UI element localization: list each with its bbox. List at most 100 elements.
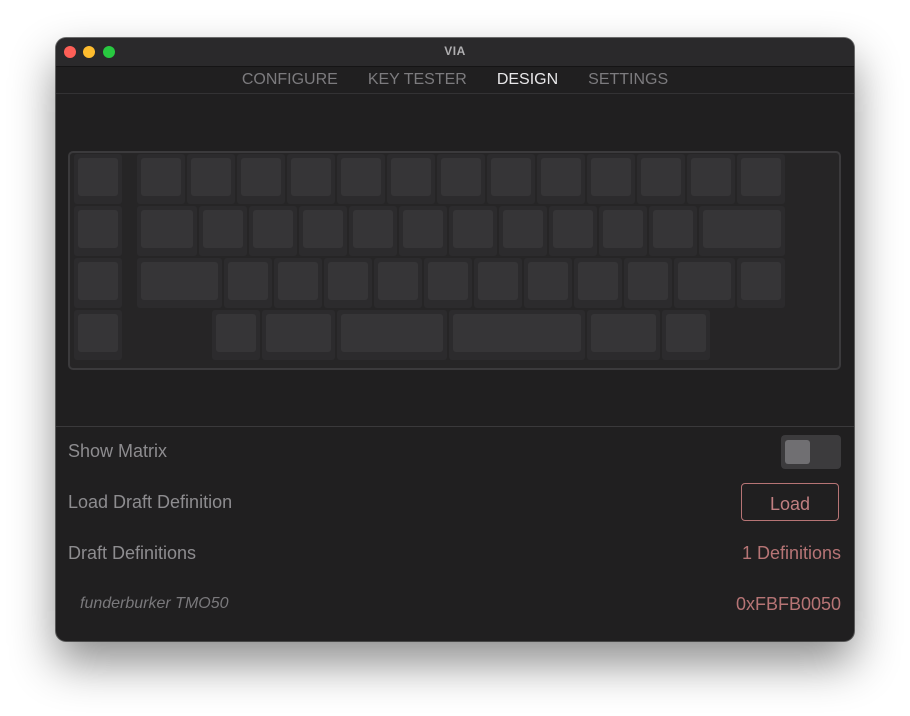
key-r1-k6 xyxy=(399,206,447,256)
key-cap xyxy=(290,158,331,196)
key-r2-k7 xyxy=(474,258,522,308)
key-cap xyxy=(653,210,693,248)
key-r1-k7 xyxy=(449,206,497,256)
key-r0-k13 xyxy=(736,154,785,204)
key-cap xyxy=(190,158,231,196)
key-r0-k1 xyxy=(136,154,185,204)
key-r1-k4 xyxy=(299,206,347,256)
key-cap xyxy=(340,158,381,196)
top-nav: CONFIGURE KEY TESTER DESIGN SETTINGS xyxy=(56,67,854,94)
key-r3-k1 xyxy=(211,310,260,360)
key-r0-k10 xyxy=(586,154,635,204)
key-r1-k9 xyxy=(549,206,597,256)
load-button[interactable]: Load xyxy=(741,483,839,521)
key-r2-k10 xyxy=(624,258,672,308)
key-r1-k12 xyxy=(699,206,785,256)
key-cap xyxy=(740,158,781,196)
key-cap xyxy=(228,262,268,300)
key-cap xyxy=(253,210,293,248)
key-cap xyxy=(265,314,331,352)
key-r1-k10 xyxy=(599,206,647,256)
toggle-knob xyxy=(785,440,810,464)
definition-id[interactable]: 0xFBFB0050 xyxy=(736,594,841,615)
key-r3-k2 xyxy=(261,310,335,360)
keyboard-layout-preview xyxy=(68,151,841,370)
key-r2-k1 xyxy=(136,258,222,308)
key-cap xyxy=(665,314,706,352)
key-r0-k11 xyxy=(636,154,685,204)
key-r2-k2 xyxy=(224,258,272,308)
key-cap xyxy=(278,262,318,300)
key-cap xyxy=(603,210,643,248)
key-cap xyxy=(303,210,343,248)
load-draft-definition-label: Load Draft Definition xyxy=(68,492,233,512)
key-cap xyxy=(215,314,256,352)
key-r3-k5 xyxy=(586,310,660,360)
key-cap xyxy=(490,158,531,196)
tab-settings[interactable]: SETTINGS xyxy=(588,67,668,93)
key-r0-k12 xyxy=(686,154,735,204)
key-cap xyxy=(78,314,118,352)
key-cap xyxy=(78,210,118,248)
tab-key-tester[interactable]: KEY TESTER xyxy=(368,67,467,93)
key-r1-k11 xyxy=(649,206,697,256)
key-cap xyxy=(428,262,468,300)
key-r2-k9 xyxy=(574,258,622,308)
key-r3-k3 xyxy=(336,310,447,360)
key-cap xyxy=(478,262,518,300)
key-r0-k4 xyxy=(286,154,335,204)
key-r2-k4 xyxy=(324,258,372,308)
key-r1-k1 xyxy=(136,206,197,256)
key-cap xyxy=(503,210,543,248)
app-window: VIA CONFIGURE KEY TESTER DESIGN SETTINGS… xyxy=(56,38,854,641)
key-cap xyxy=(140,158,181,196)
key-cap xyxy=(140,262,218,300)
key-r0-k3 xyxy=(236,154,285,204)
key-r0-k5 xyxy=(336,154,385,204)
key-r2-k12 xyxy=(736,258,785,308)
section-divider xyxy=(56,426,854,427)
key-cap xyxy=(553,210,593,248)
key-cap xyxy=(578,262,618,300)
key-cap xyxy=(528,262,568,300)
key-r2-k6 xyxy=(424,258,472,308)
key-r2-k3 xyxy=(274,258,322,308)
key-r2-k11 xyxy=(674,258,735,308)
window-title: VIA xyxy=(444,44,466,58)
key-r2-k8 xyxy=(524,258,572,308)
key-cap xyxy=(78,158,118,196)
key-cap xyxy=(203,210,243,248)
key-cap xyxy=(390,158,431,196)
definition-name: funderburker TMO50 xyxy=(80,595,229,612)
key-cap xyxy=(678,262,731,300)
key-cap xyxy=(540,158,581,196)
key-cap xyxy=(403,210,443,248)
key-cap xyxy=(440,158,481,196)
key-r2-k0 xyxy=(74,258,122,308)
key-r1-k3 xyxy=(249,206,297,256)
key-cap xyxy=(690,158,731,196)
key-r0-k8 xyxy=(486,154,535,204)
key-r2-k5 xyxy=(374,258,422,308)
key-r0-k9 xyxy=(536,154,585,204)
key-cap xyxy=(640,158,681,196)
key-r1-k0 xyxy=(74,206,122,256)
draft-definitions-label: Draft Definitions xyxy=(68,543,197,563)
tab-design[interactable]: DESIGN xyxy=(497,67,558,93)
show-matrix-label: Show Matrix xyxy=(68,441,168,461)
tab-configure[interactable]: CONFIGURE xyxy=(242,67,338,93)
key-cap xyxy=(453,314,581,352)
key-r3-k4 xyxy=(449,310,585,360)
key-r0-k6 xyxy=(386,154,435,204)
key-cap xyxy=(740,262,781,300)
key-r3-k6 xyxy=(661,310,710,360)
show-matrix-toggle[interactable] xyxy=(781,435,841,469)
key-cap xyxy=(240,158,281,196)
title-bar[interactable]: VIA xyxy=(56,38,854,67)
key-cap xyxy=(328,262,368,300)
key-r0-k0 xyxy=(74,154,122,204)
key-r1-k2 xyxy=(199,206,247,256)
key-cap xyxy=(628,262,668,300)
key-r1-k5 xyxy=(349,206,397,256)
key-cap xyxy=(703,210,781,248)
